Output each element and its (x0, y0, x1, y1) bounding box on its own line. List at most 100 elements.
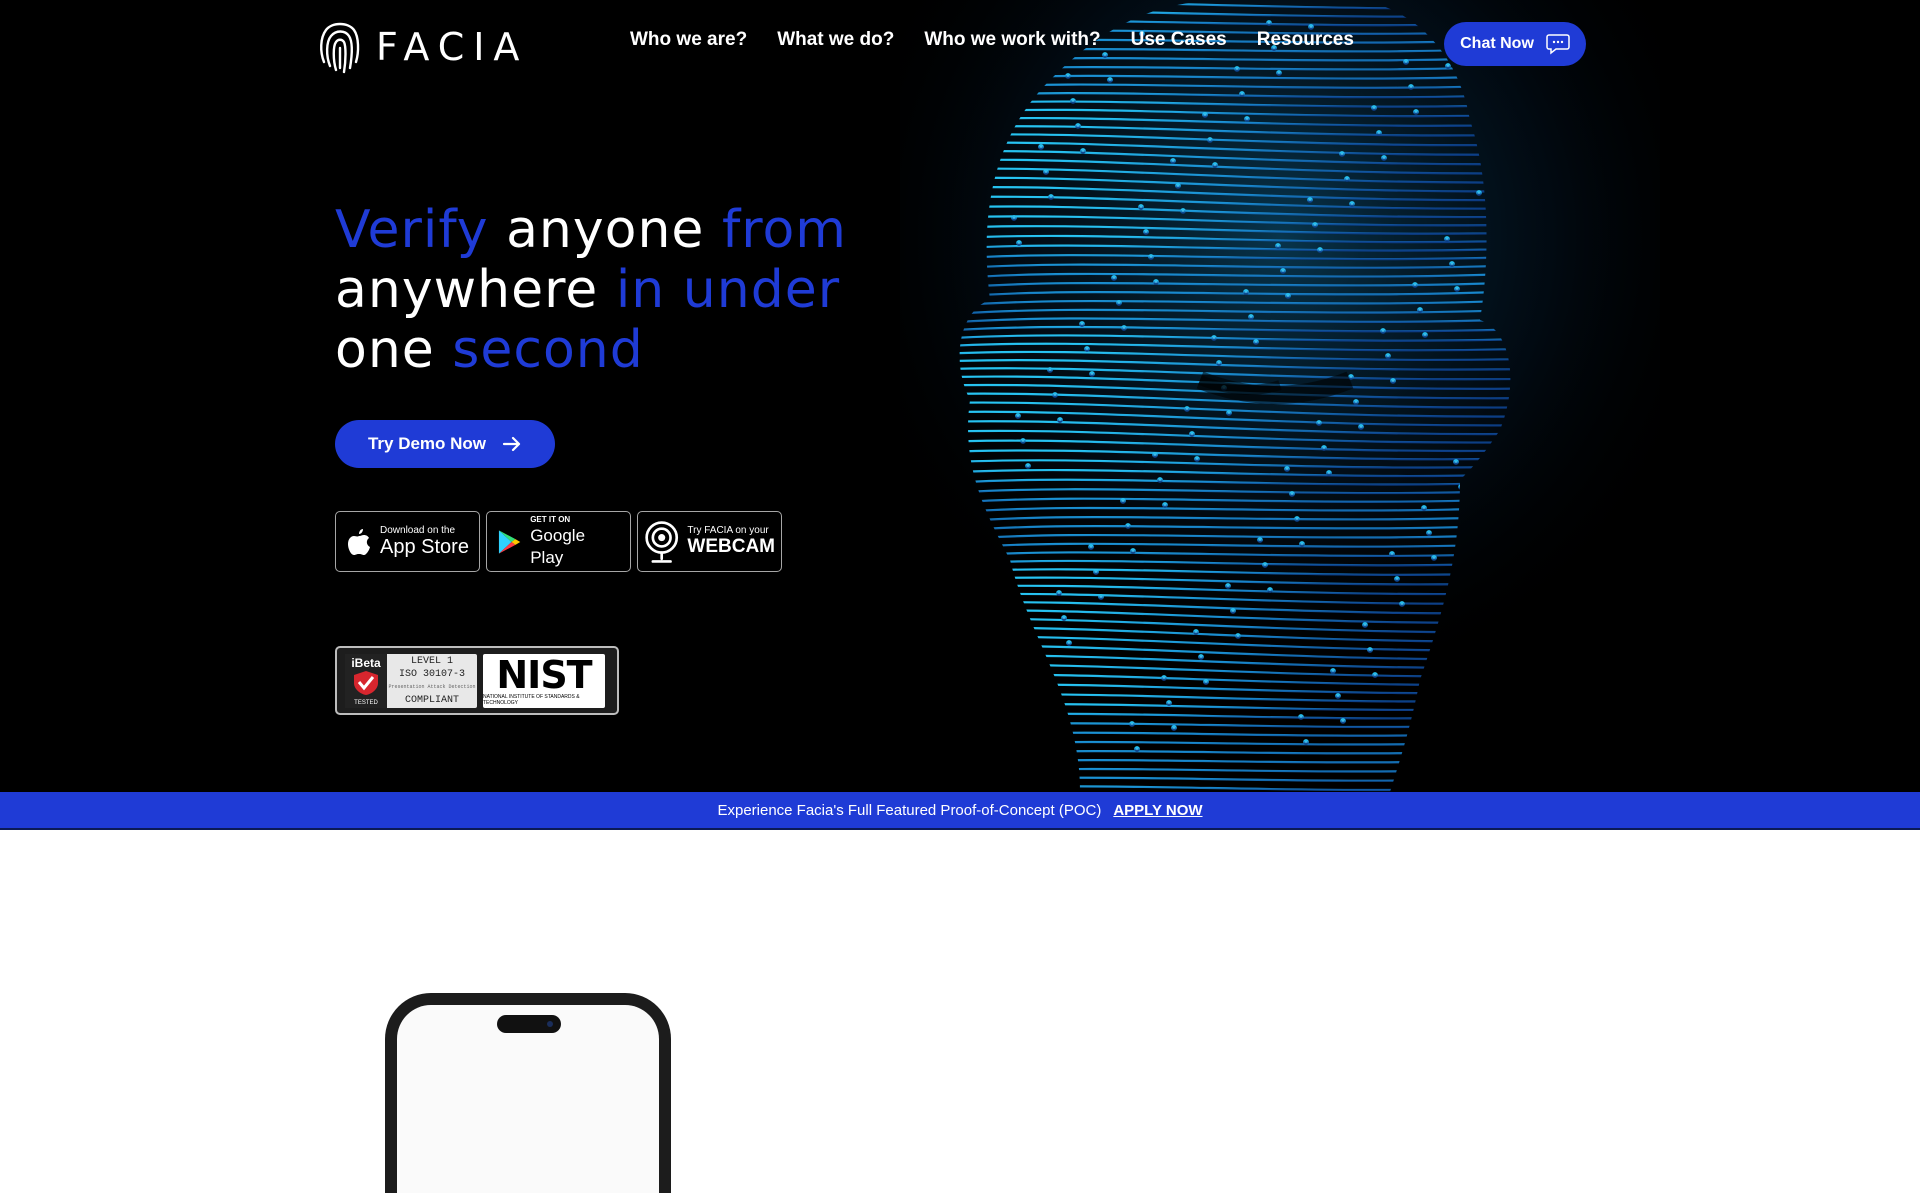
head-particle-dot (1417, 307, 1423, 313)
nav-who-we-work-with[interactable]: Who we work with? (924, 29, 1100, 51)
head-particle-dot (1299, 541, 1305, 547)
nav-who-we-are[interactable]: Who we are? (630, 29, 747, 51)
headline-word: second (452, 320, 644, 380)
head-particle-dot (1016, 240, 1022, 246)
chat-now-button[interactable]: Chat Now (1444, 22, 1586, 66)
webcam-badge[interactable]: Try FACIA on your WEBCAM (637, 511, 782, 572)
head-particle-dot (1015, 413, 1021, 419)
app-store-badge[interactable]: Download on the App Store (335, 511, 480, 572)
head-particle-dot (1088, 544, 1094, 550)
headline-word: in under (615, 260, 841, 320)
head-particle-dot (1084, 346, 1090, 352)
ibeta-status: COMPLIANT (404, 694, 459, 706)
head-particle-dot (1089, 371, 1095, 377)
head-particle-dot (1248, 314, 1254, 320)
head-particle-dot (1194, 456, 1200, 462)
head-particle-dot (1121, 325, 1127, 331)
head-particle-dot (1330, 668, 1336, 674)
head-particle-dot (1349, 201, 1355, 207)
head-particle-dot (1061, 615, 1067, 621)
headline-word: from (721, 200, 847, 260)
head-particle-dot (1326, 470, 1332, 476)
head-particle-dot (1380, 328, 1386, 334)
head-particle-dot (1175, 183, 1181, 189)
apply-now-link[interactable]: APPLY NOW (1113, 802, 1202, 819)
head-particle-dot (1152, 452, 1158, 458)
head-particle-dot (1138, 204, 1144, 210)
head-particle-dot (1130, 548, 1136, 554)
headline-line: Verify anyone from (335, 200, 847, 260)
head-particle-dot (1303, 739, 1309, 745)
headline-line: anywhere in under (335, 260, 847, 320)
phone-mockup (385, 993, 671, 1193)
webcam-small-text: Try FACIA on your (687, 525, 769, 536)
head-particle-dot (1207, 137, 1213, 143)
head-particle-dot (1079, 321, 1085, 327)
head-particle-dot (1157, 477, 1163, 483)
head-particle-dot (1376, 130, 1382, 136)
head-particle-dot (1348, 374, 1354, 380)
ibeta-pad: Presentation Attack Detection (388, 683, 476, 690)
nav-what-we-do[interactable]: What we do? (777, 29, 894, 51)
head-particle-dot (1335, 693, 1341, 699)
headline-line: one second (335, 320, 847, 380)
head-particle-dot (1203, 679, 1209, 685)
head-particle-dot (1284, 466, 1290, 472)
headline-word: anyone (506, 200, 722, 260)
head-particle-dot (1476, 190, 1482, 196)
head-particle-dot (1093, 569, 1099, 575)
head-particle-dot (1020, 438, 1026, 444)
facia-logo[interactable]: FACIA (318, 18, 528, 76)
head-particle-dot (1426, 530, 1432, 536)
head-particle-dot (1294, 516, 1300, 522)
google-play-big-text: Google Play (530, 526, 586, 567)
head-particle-dot (1289, 491, 1295, 497)
head-particle-dot (1257, 537, 1263, 543)
head-particle-dot (1449, 261, 1455, 267)
head-particle-dot (1070, 98, 1076, 104)
head-particle-dot (1390, 378, 1396, 384)
wireframe-head-illustration (900, 0, 1660, 792)
head-particle-dot (1134, 746, 1140, 752)
main-menu: Who we are? What we do? Who we work with… (630, 29, 1354, 51)
head-particle-dot (1225, 583, 1231, 589)
google-play-badge[interactable]: GET IT ON Google Play (486, 511, 631, 572)
ibeta-logo: iBeta TESTED (345, 653, 387, 708)
head-particle-dot (1431, 555, 1437, 561)
fingerprint-icon (320, 22, 360, 74)
webcam-big-text: WEBCAM (687, 536, 775, 557)
head-particle-dot (1111, 275, 1117, 281)
nav-resources[interactable]: Resources (1257, 29, 1354, 51)
webcam-icon (645, 520, 679, 563)
headline-word: Verify (335, 200, 507, 260)
head-particle-dot (1180, 208, 1186, 214)
head-particle-dot (1381, 155, 1387, 161)
head-particle-dot (1267, 587, 1273, 593)
head-particle-dot (1394, 576, 1400, 582)
apple-icon (348, 528, 370, 555)
head-particle-dot (1298, 714, 1304, 720)
nav-use-cases[interactable]: Use Cases (1131, 29, 1227, 51)
head-particle-dot (1075, 123, 1081, 129)
head-particle-dot (1212, 162, 1218, 168)
head-particle-dot (1193, 629, 1199, 635)
head-particle-dot (1047, 367, 1053, 373)
certification-badges: iBeta TESTED LEVEL 1 ISO 30107-3 Present… (335, 646, 619, 715)
head-particle-dot (1057, 417, 1063, 423)
try-demo-button[interactable]: Try Demo Now (335, 420, 555, 468)
nist-certificate: NIST NATIONAL INSTITUTE OF STANDARDS & T… (483, 652, 605, 708)
ibeta-iso: ISO 30107-3 (398, 668, 465, 680)
head-particle-dot (1285, 293, 1291, 299)
brand-name: FACIA (376, 25, 529, 69)
head-particle-dot (1080, 148, 1086, 154)
head-particle-dot (1189, 431, 1195, 437)
chat-now-label: Chat Now (1460, 35, 1534, 52)
nist-logo-text: NIST (496, 652, 592, 697)
head-particle-dot (1120, 498, 1126, 504)
ibeta-details: LEVEL 1 ISO 30107-3 Presentation Attack … (387, 654, 477, 708)
hero-headline: Verify anyone from anywhere in under one s… (335, 200, 847, 380)
head-particle-dot (1412, 282, 1418, 288)
head-particle-dot (1367, 647, 1373, 653)
head-particle-dot (1125, 523, 1131, 529)
hero-section: FACIA Who we are? What we do? Who we wor… (0, 0, 1920, 792)
